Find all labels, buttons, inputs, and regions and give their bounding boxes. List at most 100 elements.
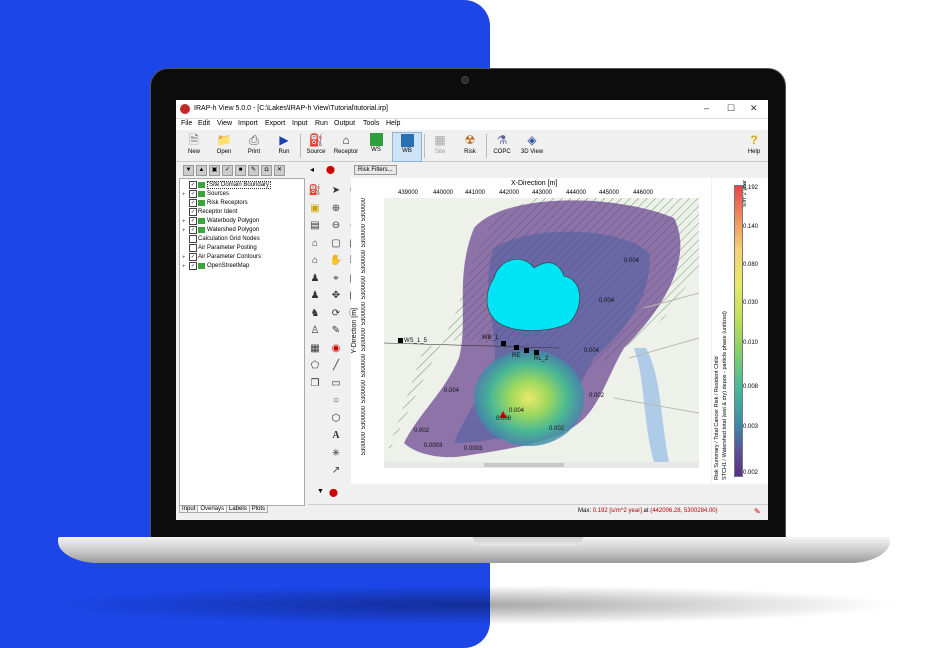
ws-button[interactable]: WS xyxy=(362,132,390,160)
source-button[interactable]: ⛽ Source xyxy=(302,132,330,160)
rotate-icon[interactable]: ⟳ xyxy=(329,307,343,321)
grid-nodes-icon[interactable]: ▦ xyxy=(308,342,322,356)
farm-icon[interactable]: ♞ xyxy=(308,307,322,321)
tree-paint-icon[interactable]: ◘ xyxy=(261,165,272,176)
wb-button[interactable]: WB xyxy=(392,132,422,162)
expand-toggle[interactable]: + xyxy=(182,264,189,270)
zoom-out-icon[interactable]: ⊖ xyxy=(329,219,343,233)
circle-icon[interactable]: ○ xyxy=(329,394,343,408)
house-ident-icon[interactable]: ⌂ xyxy=(308,254,322,268)
maximize-icon[interactable]: ☐ xyxy=(727,103,735,114)
receptor-marker[interactable] xyxy=(398,338,403,343)
receptor-marker[interactable] xyxy=(501,341,506,346)
checkbox[interactable] xyxy=(189,244,197,252)
checkbox[interactable]: ✓ xyxy=(189,199,197,207)
run-button[interactable]: ▶ Run xyxy=(270,132,298,160)
polygon-draw-icon[interactable]: ⬡ xyxy=(329,412,343,426)
crosshair-icon[interactable]: ⌖ xyxy=(329,272,343,286)
expand-toggle[interactable]: + xyxy=(182,255,189,261)
map-plot[interactable]: WS_1_5 WB_1 RE RL_2 0.004 0.008 0.002 0.… xyxy=(384,198,699,462)
rectangle-icon[interactable]: ▭ xyxy=(329,377,343,391)
expand-toggle[interactable]: + xyxy=(182,219,189,225)
print-button[interactable]: ⎙ Print xyxy=(240,132,268,160)
brush-icon[interactable]: ✎ xyxy=(329,324,343,338)
checkbox[interactable]: ✓ xyxy=(189,208,197,216)
marker-icon[interactable]: ◉ xyxy=(329,342,343,356)
help-button[interactable]: ? Help xyxy=(740,132,768,160)
checkbox[interactable] xyxy=(189,235,197,243)
pointer-icon[interactable]: ➤ xyxy=(329,184,343,198)
checkbox[interactable]: ✓ xyxy=(189,217,197,225)
minimize-icon[interactable]: – xyxy=(704,103,709,113)
checkbox[interactable]: ✓ xyxy=(189,226,197,234)
zoom-extent-icon[interactable]: ▢ xyxy=(329,237,343,251)
tree-edit-icon[interactable]: ✎ xyxy=(248,165,259,176)
receptor-marker[interactable] xyxy=(524,348,529,353)
map-horizontal-scrollbar[interactable] xyxy=(384,462,699,468)
move-down-icon[interactable]: ▼ xyxy=(183,165,194,176)
move-icon[interactable]: ✥ xyxy=(329,289,343,303)
tree-item-sources[interactable]: + ✓ Sources xyxy=(182,190,229,199)
polygon-icon[interactable]: ⬠ xyxy=(308,359,322,373)
menu-help[interactable]: Help xyxy=(386,120,400,127)
move-up-icon[interactable]: ▲ xyxy=(196,165,207,176)
receptor-marker[interactable] xyxy=(534,350,539,355)
tab-plots[interactable]: Plots xyxy=(248,506,269,513)
menu-edit[interactable]: Edit xyxy=(198,120,210,127)
new-button[interactable]: 🗎 New xyxy=(180,132,208,160)
tree-save-icon[interactable]: ■ xyxy=(235,165,246,176)
3d-view-button[interactable]: ◈ 3D View xyxy=(518,132,546,160)
tree-item-air-parameter-posting[interactable]: Air Parameter Posting xyxy=(182,244,257,253)
checkbox[interactable]: ✓ xyxy=(189,253,197,261)
expand-toggle[interactable]: + xyxy=(182,228,189,234)
copc-button[interactable]: ⚗ COPC xyxy=(488,132,516,160)
collapse-arrow-icon[interactable]: ◂ xyxy=(310,165,314,174)
symbol-icon[interactable]: ✳ xyxy=(329,447,343,461)
people-icon[interactable]: ♟ xyxy=(308,289,322,303)
tree-item-risk-receptors[interactable]: ✓ Risk Receptors xyxy=(182,199,248,208)
checkbox[interactable]: ✓ xyxy=(189,262,197,270)
menu-run[interactable]: Run xyxy=(315,120,328,127)
site-button[interactable]: ▦ Site xyxy=(426,132,454,160)
scroll-thumb[interactable] xyxy=(484,463,564,467)
close-icon[interactable]: ✕ xyxy=(750,103,758,114)
tree-item-receptor-ident[interactable]: ✓ Receptor Ident xyxy=(182,208,237,217)
menu-import[interactable]: Import xyxy=(238,120,258,127)
menu-input[interactable]: Input xyxy=(292,120,308,127)
child-icon[interactable]: ♙ xyxy=(308,324,322,338)
pan-hand-icon[interactable]: ✋ xyxy=(329,254,343,268)
text-icon[interactable]: A xyxy=(329,429,343,443)
arrow-icon[interactable]: ↗ xyxy=(329,464,343,478)
menu-file[interactable]: File xyxy=(181,120,192,127)
tree-item-watershed-polygon[interactable]: + ✓ Watershed Polygon xyxy=(182,226,259,235)
tree-filter-icon[interactable]: ▣ xyxy=(209,165,220,176)
dropdown-arrow-icon[interactable]: ▼ xyxy=(317,488,324,495)
tree-item-waterbody-polygon[interactable]: + ✓ Waterbody Polygon xyxy=(182,217,259,226)
menu-tools[interactable]: Tools xyxy=(363,120,379,127)
open-button[interactable]: 📁 Open xyxy=(210,132,238,160)
zoom-in-icon[interactable]: ⊕ xyxy=(329,202,343,216)
area-source-icon[interactable]: ▣ xyxy=(308,202,322,216)
tree-item-site-domain-boundary[interactable]: ✓ Site Domain Boundary xyxy=(182,181,272,190)
expand-toggle[interactable]: + xyxy=(182,192,189,198)
layers-icon[interactable]: ❐ xyxy=(308,377,322,391)
receptor-marker[interactable] xyxy=(514,345,519,350)
tab-labels[interactable]: Labels xyxy=(226,506,250,513)
receptor-button[interactable]: ⌂ Receptor xyxy=(332,132,360,160)
tab-overlays[interactable]: Overlays xyxy=(197,506,228,513)
factory-icon[interactable]: ⛽ xyxy=(308,184,322,198)
risk-filters-button[interactable]: Risk Filters... xyxy=(354,165,397,175)
tab-input[interactable]: Input xyxy=(179,506,199,513)
person-icon[interactable]: ♟ xyxy=(308,272,322,286)
tree-item-openstreetmap[interactable]: + ✓ OpenStreetMap xyxy=(182,262,249,271)
checkbox[interactable]: ✓ xyxy=(189,190,197,198)
tree-item-calculation-grid-nodes[interactable]: Calculation Grid Nodes xyxy=(182,235,260,244)
menu-export[interactable]: Export xyxy=(265,120,285,127)
checkbox[interactable]: ✓ xyxy=(189,181,197,189)
risk-button[interactable]: ☢ Risk xyxy=(456,132,484,160)
menu-output[interactable]: Output xyxy=(334,120,355,127)
line-source-icon[interactable]: ▤ xyxy=(308,219,322,233)
line-icon[interactable]: ╱ xyxy=(329,359,343,373)
tree-item-air-parameter-contours[interactable]: + ✓ Air Parameter Contours xyxy=(182,253,261,262)
tree-delete-icon[interactable]: ✕ xyxy=(274,165,285,176)
